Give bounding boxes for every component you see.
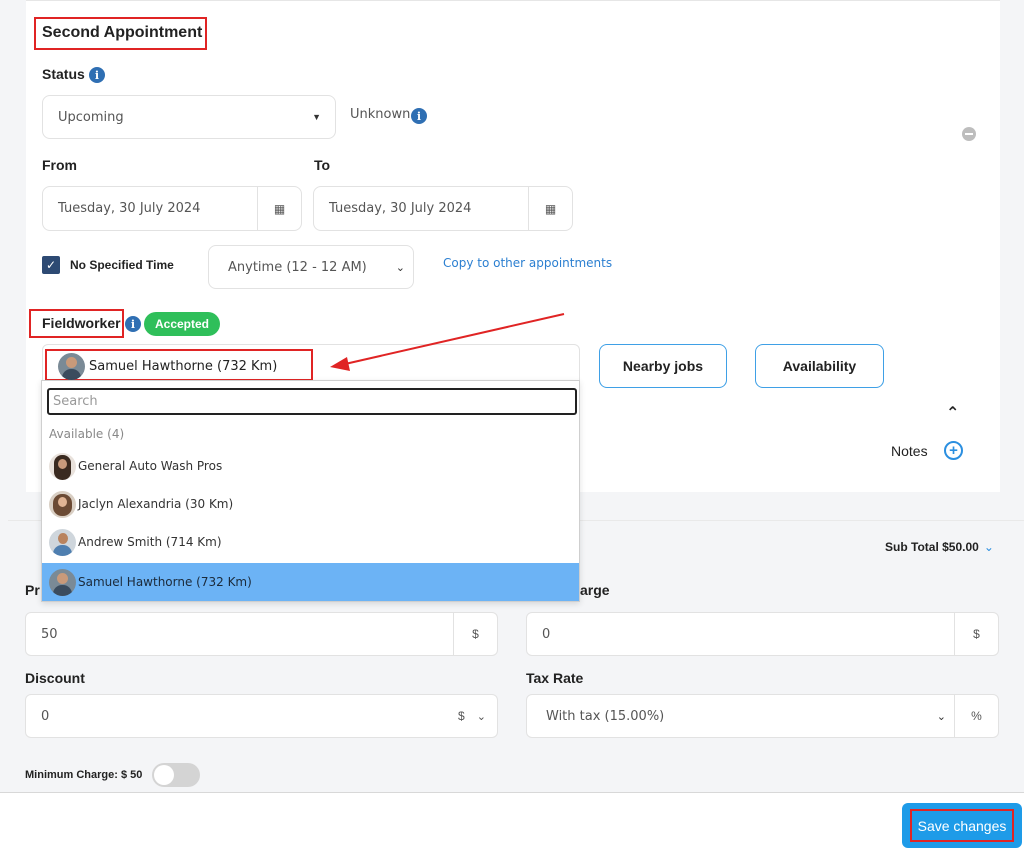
price-label: Pr	[25, 582, 40, 598]
tax-rate-value: With tax (15.00%)	[546, 708, 665, 724]
toggle-knob	[154, 765, 174, 785]
discount-type-select[interactable]: $ ⌄	[447, 695, 497, 737]
caret-down-icon: ▼	[312, 112, 321, 122]
from-date-value: Tuesday, 30 July 2024	[58, 201, 201, 216]
fieldworker-dropdown: Search Available (4) General Auto Wash P…	[41, 380, 580, 602]
save-changes-button[interactable]: Save changes	[902, 803, 1022, 848]
footer-bar	[0, 792, 1024, 853]
avatar	[58, 353, 85, 380]
charge-input[interactable]: 0 $	[526, 612, 999, 656]
discount-value: 0	[41, 708, 50, 724]
nearby-jobs-button[interactable]: Nearby jobs	[599, 344, 727, 388]
collapse-chevron-up-icon[interactable]: ⌃	[946, 403, 959, 422]
fieldworker-selected[interactable]: Samuel Hawthorne (732 Km)	[58, 353, 277, 380]
avatar	[49, 568, 76, 596]
copy-to-other-appointments-link[interactable]: Copy to other appointments	[443, 256, 612, 270]
to-date-field[interactable]: Tuesday, 30 July 2024 ▦	[313, 186, 573, 231]
dropdown-option[interactable]: Andrew Smith (714 Km)	[42, 523, 579, 561]
status-info-icon[interactable]: i	[89, 67, 105, 83]
option-label: Jaclyn Alexandria (30 Km)	[78, 497, 234, 511]
charge-label: arge	[580, 582, 610, 598]
discount-input[interactable]: 0 $ ⌄	[25, 694, 498, 738]
option-label: Andrew Smith (714 Km)	[78, 535, 222, 549]
calendar-icon[interactable]: ▦	[257, 187, 301, 230]
notes-label: Notes	[891, 443, 928, 459]
calendar-icon[interactable]: ▦	[528, 187, 572, 230]
status-select[interactable]: Upcoming ▼	[42, 95, 336, 139]
no-specified-time-checkbox[interactable]: ✓	[42, 256, 60, 274]
to-label: To	[314, 157, 331, 173]
save-changes-label: Save changes	[910, 809, 1014, 842]
tax-rate-label: Tax Rate	[526, 670, 584, 686]
option-label: General Auto Wash Pros	[78, 459, 223, 473]
fieldworker-label: Fieldworker	[42, 315, 121, 331]
add-note-icon[interactable]: +	[944, 441, 963, 460]
no-specified-time-label: No Specified Time	[70, 258, 174, 272]
dropdown-option-selected[interactable]: Samuel Hawthorne (732 Km)	[42, 563, 579, 601]
dropdown-group-label: Available (4)	[49, 427, 125, 441]
checkmark-icon: ✓	[45, 258, 57, 272]
fieldworker-info-icon[interactable]: i	[125, 316, 141, 332]
chevron-down-icon: ⌄	[936, 709, 946, 723]
dropdown-search-input[interactable]: Search	[47, 388, 577, 415]
option-label: Samuel Hawthorne (732 Km)	[78, 575, 252, 589]
to-date-value: Tuesday, 30 July 2024	[329, 201, 472, 216]
minimum-charge-label: Minimum Charge: $ 50	[25, 769, 143, 781]
subtotal-toggle[interactable]: Sub Total $50.00 ⌄	[885, 540, 994, 554]
price-input[interactable]: 50 $	[25, 612, 498, 656]
time-select-value: Anytime (12 - 12 AM)	[228, 259, 367, 275]
dropdown-option[interactable]: Jaclyn Alexandria (30 Km)	[42, 485, 579, 523]
time-select[interactable]: Anytime (12 - 12 AM) ⌄	[208, 245, 414, 289]
price-currency-addon: $	[453, 613, 497, 655]
fieldworker-selected-label: Samuel Hawthorne (732 Km)	[89, 359, 278, 374]
dropdown-option[interactable]: General Auto Wash Pros	[42, 447, 579, 485]
price-value: 50	[41, 626, 58, 642]
chevron-down-icon: ⌄	[395, 260, 405, 274]
status-select-value: Upcoming	[58, 109, 124, 125]
tax-rate-select[interactable]: With tax (15.00%) ⌄ %	[526, 694, 999, 738]
subtotal-label: Sub Total $50.00	[885, 540, 979, 554]
from-label: From	[42, 157, 77, 173]
avatar	[49, 452, 76, 480]
appointment-title: Second Appointment	[42, 24, 203, 41]
unknown-info-icon[interactable]: i	[411, 108, 427, 124]
from-date-field[interactable]: Tuesday, 30 July 2024 ▦	[42, 186, 302, 231]
minimum-charge-toggle[interactable]	[152, 763, 200, 787]
avatar	[49, 490, 76, 518]
status-label: Status	[42, 66, 85, 82]
status-extra-text: Unknown	[350, 107, 411, 122]
discount-label: Discount	[25, 670, 85, 686]
accepted-badge: Accepted	[144, 312, 220, 336]
avatar	[49, 528, 76, 556]
charge-currency-addon: $	[954, 613, 998, 655]
charge-value: 0	[542, 626, 551, 642]
chevron-down-icon: ⌄	[983, 540, 994, 554]
chevron-down-icon: ⌄	[476, 709, 486, 723]
tax-percent-addon: %	[954, 695, 998, 737]
availability-button[interactable]: Availability	[755, 344, 884, 388]
discount-type-value: $	[458, 709, 465, 723]
remove-appointment-icon[interactable]	[962, 127, 976, 141]
